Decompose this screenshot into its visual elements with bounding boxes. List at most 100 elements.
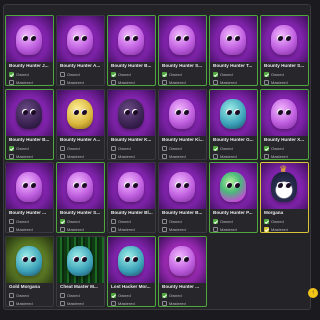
mastered-checkbox[interactable] (9, 227, 14, 232)
owned-toggle[interactable]: Owned (162, 292, 204, 299)
mastered-checkbox[interactable] (162, 300, 167, 306)
scroll-top-button[interactable]: ↑ (308, 288, 318, 298)
mastered-checkbox[interactable] (60, 227, 65, 232)
collection-card[interactable]: Bounty Hunter A... Owned Mastered (56, 15, 105, 86)
mastered-checkbox[interactable] (264, 153, 269, 159)
collection-card[interactable]: Bounty Hunter Bl... Owned Mastered (107, 162, 156, 233)
mastered-checkbox[interactable] (60, 153, 65, 159)
owned-toggle[interactable]: Owned (264, 218, 306, 225)
owned-checkbox[interactable] (9, 72, 14, 77)
mastered-toggle[interactable]: Mastered (60, 153, 102, 159)
owned-toggle[interactable]: Owned (9, 218, 51, 225)
mastered-checkbox[interactable] (264, 80, 269, 85)
mastered-checkbox[interactable] (111, 153, 116, 159)
owned-toggle[interactable]: Owned (9, 292, 51, 299)
mastered-toggle[interactable]: Mastered (60, 226, 102, 232)
owned-checkbox[interactable] (264, 72, 269, 77)
collection-card[interactable]: Bounty Hunter P... Owned Mastered (209, 162, 258, 233)
mastered-toggle[interactable]: Mastered (264, 226, 306, 232)
mastered-toggle[interactable]: Mastered (162, 153, 204, 159)
collection-card[interactable]: Cheat Master M... Owned Mastered (56, 235, 105, 307)
owned-checkbox[interactable] (60, 72, 65, 77)
mastered-checkbox[interactable] (9, 80, 14, 85)
owned-toggle[interactable]: Owned (213, 218, 255, 225)
mastered-toggle[interactable]: Mastered (9, 300, 51, 306)
collection-card[interactable]: Bounty Hunter X... Owned Mastered (260, 88, 309, 160)
collection-card[interactable]: Bounty Hunter K... Owned Mastered (107, 88, 156, 160)
collection-card[interactable]: ♛ Morgana Owned Mastered (260, 162, 309, 233)
owned-toggle[interactable]: Owned (111, 71, 153, 78)
collection-card[interactable]: Bounty Hunter B... Owned Mastered (158, 162, 207, 233)
owned-toggle[interactable]: Owned (213, 145, 255, 152)
mastered-checkbox[interactable] (162, 227, 167, 232)
owned-checkbox[interactable] (60, 219, 65, 224)
owned-checkbox[interactable] (162, 145, 167, 151)
owned-toggle[interactable]: Owned (162, 218, 204, 225)
owned-checkbox[interactable] (9, 292, 14, 298)
collection-card[interactable]: Bounty Hunter S... Owned Mastered (260, 15, 309, 86)
mastered-toggle[interactable]: Mastered (213, 153, 255, 159)
mastered-toggle[interactable]: Mastered (162, 79, 204, 85)
collection-card[interactable]: Lost Hacker Mor... Owned Mastered (107, 235, 156, 307)
owned-checkbox[interactable] (111, 72, 116, 77)
mastered-checkbox[interactable] (213, 227, 218, 232)
owned-checkbox[interactable] (60, 145, 65, 151)
owned-checkbox[interactable] (162, 292, 167, 298)
mastered-toggle[interactable]: Mastered (111, 300, 153, 306)
mastered-checkbox[interactable] (213, 80, 218, 85)
owned-checkbox[interactable] (213, 219, 218, 224)
mastered-toggle[interactable]: Mastered (213, 79, 255, 85)
mastered-checkbox[interactable] (111, 227, 116, 232)
owned-checkbox[interactable] (111, 219, 116, 224)
collection-card[interactable]: Bounty Hunter ... Owned Mastered (158, 235, 207, 307)
mastered-checkbox[interactable] (9, 153, 14, 159)
owned-checkbox[interactable] (162, 219, 167, 224)
mastered-checkbox[interactable] (60, 80, 65, 85)
mastered-toggle[interactable]: Mastered (9, 226, 51, 232)
mastered-checkbox[interactable] (60, 300, 65, 306)
owned-toggle[interactable]: Owned (9, 71, 51, 78)
collection-card[interactable]: Bounty Hunter Ki... Owned Mastered (158, 88, 207, 160)
owned-toggle[interactable]: Owned (162, 71, 204, 78)
owned-toggle[interactable]: Owned (111, 218, 153, 225)
mastered-toggle[interactable]: Mastered (60, 79, 102, 85)
collection-card[interactable]: Bounty Hunter G... Owned Mastered (209, 88, 258, 160)
owned-checkbox[interactable] (213, 145, 218, 151)
owned-toggle[interactable]: Owned (60, 71, 102, 78)
owned-toggle[interactable]: Owned (111, 145, 153, 152)
mastered-toggle[interactable]: Mastered (264, 79, 306, 85)
owned-checkbox[interactable] (162, 72, 167, 77)
collection-card[interactable]: Bounty Hunter A... Owned Mastered (56, 88, 105, 160)
mastered-toggle[interactable]: Mastered (9, 153, 51, 159)
owned-checkbox[interactable] (9, 219, 14, 224)
owned-toggle[interactable]: Owned (111, 292, 153, 299)
owned-toggle[interactable]: Owned (162, 145, 204, 152)
mastered-toggle[interactable]: Mastered (264, 153, 306, 159)
mastered-toggle[interactable]: Mastered (162, 226, 204, 232)
mastered-checkbox[interactable] (111, 300, 116, 306)
owned-toggle[interactable]: Owned (264, 145, 306, 152)
owned-toggle[interactable]: Owned (264, 71, 306, 78)
mastered-toggle[interactable]: Mastered (111, 153, 153, 159)
collection-card[interactable]: Bounty Hunter S... Owned Mastered (56, 162, 105, 233)
owned-checkbox[interactable] (9, 145, 14, 151)
mastered-toggle[interactable]: Mastered (111, 79, 153, 85)
collection-card[interactable]: Bounty Hunter T... Owned Mastered (209, 15, 258, 86)
mastered-checkbox[interactable] (9, 300, 14, 306)
mastered-checkbox[interactable] (162, 80, 167, 85)
mastered-checkbox[interactable] (111, 80, 116, 85)
collection-card[interactable]: Bounty Hunter B... Owned Mastered (5, 88, 54, 160)
owned-checkbox[interactable] (60, 292, 65, 298)
mastered-toggle[interactable]: Mastered (213, 226, 255, 232)
collection-card[interactable]: Bounty Hunter B... Owned Mastered (107, 15, 156, 86)
owned-toggle[interactable]: Owned (60, 145, 102, 152)
mastered-checkbox[interactable] (264, 227, 269, 232)
mastered-checkbox[interactable] (162, 153, 167, 159)
owned-checkbox[interactable] (264, 145, 269, 151)
mastered-toggle[interactable]: Mastered (9, 79, 51, 85)
owned-checkbox[interactable] (264, 219, 269, 224)
mastered-checkbox[interactable] (213, 153, 218, 159)
owned-toggle[interactable]: Owned (60, 218, 102, 225)
collection-card[interactable]: Gold Morgana Owned Mastered (5, 235, 54, 307)
collection-card[interactable]: Bounty Hunter ... Owned Mastered (5, 162, 54, 233)
